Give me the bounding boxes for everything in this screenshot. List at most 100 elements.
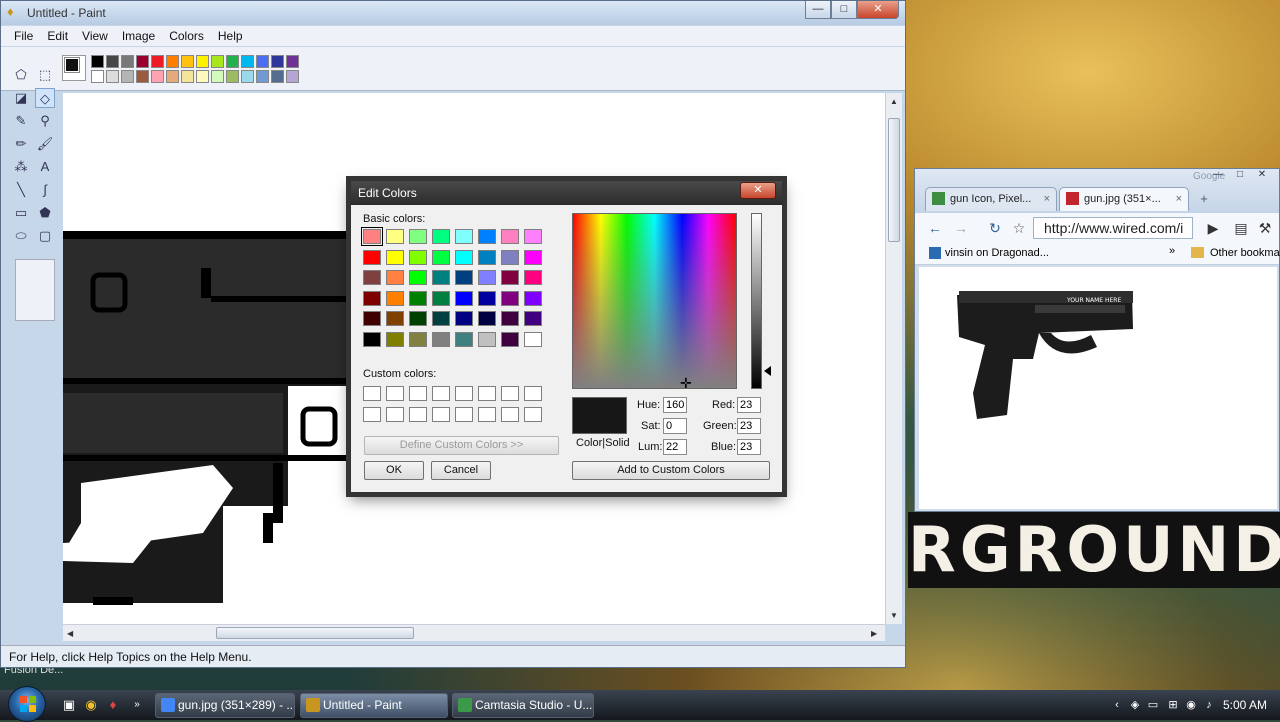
basic-color-swatch[interactable]: [524, 249, 542, 265]
horizontal-scroll-thumb[interactable]: [216, 627, 414, 639]
basic-color-swatch[interactable]: [409, 249, 427, 265]
basic-color-swatch[interactable]: [432, 270, 450, 286]
new-tab-button[interactable]: +: [1193, 191, 1215, 207]
tab-gun-icon[interactable]: gun Icon, Pixel... ×: [925, 187, 1057, 211]
basic-color-swatch[interactable]: [386, 290, 404, 306]
palette-swatch[interactable]: [256, 55, 269, 68]
other-bookmarks[interactable]: Other bookma: [1210, 247, 1280, 259]
palette-swatch[interactable]: [286, 55, 299, 68]
palette-swatch[interactable]: [136, 55, 149, 68]
custom-color-swatch[interactable]: [409, 386, 427, 401]
basic-color-swatch[interactable]: [455, 270, 473, 286]
basic-color-swatch[interactable]: [524, 290, 542, 306]
rectangle-icon[interactable]: ▭: [11, 203, 31, 223]
vertical-scrollbar[interactable]: ▲ ▼: [885, 93, 902, 624]
menu-colors[interactable]: Colors: [169, 26, 204, 46]
back-arrow-icon[interactable]: ←: [925, 218, 945, 238]
palette-swatch[interactable]: [211, 70, 224, 83]
basic-color-swatch[interactable]: [501, 270, 519, 286]
scroll-left-icon[interactable]: ◀: [67, 629, 73, 638]
scroll-down-icon[interactable]: ▼: [890, 611, 898, 620]
tray-app-icon[interactable]: ◈: [1128, 698, 1142, 712]
hue-field[interactable]: 160: [663, 397, 687, 413]
basic-color-swatch[interactable]: [478, 290, 496, 306]
basic-color-swatch[interactable]: [363, 290, 381, 306]
basic-color-swatch[interactable]: [455, 331, 473, 347]
custom-color-swatch[interactable]: [386, 407, 404, 422]
quicklaunch-chevron-icon[interactable]: »: [128, 696, 146, 714]
chrome-quicklaunch-icon[interactable]: ◉: [82, 696, 100, 714]
basic-color-swatch[interactable]: [524, 270, 542, 286]
palette-swatch[interactable]: [196, 55, 209, 68]
color-spectrum[interactable]: ✛: [572, 213, 737, 390]
palette-swatch[interactable]: [226, 55, 239, 68]
define-custom-colors-button[interactable]: Define Custom Colors >>: [364, 436, 559, 455]
task-chrome[interactable]: gun.jpg (351×289) - ...: [155, 693, 295, 718]
scroll-right-icon[interactable]: ▶: [871, 629, 877, 638]
add-to-custom-colors-button[interactable]: Add to Custom Colors: [572, 461, 770, 480]
basic-color-swatch[interactable]: [386, 270, 404, 286]
luminosity-arrow-icon[interactable]: [764, 366, 771, 376]
line-icon[interactable]: ╲: [11, 180, 31, 200]
palette-swatch[interactable]: [91, 55, 104, 68]
palette-swatch[interactable]: [106, 55, 119, 68]
magnifier-icon[interactable]: ⚲: [35, 111, 55, 131]
show-desktop-icon[interactable]: ▣: [60, 696, 78, 714]
palette-swatch[interactable]: [286, 70, 299, 83]
basic-color-swatch[interactable]: [478, 311, 496, 327]
basic-color-swatch[interactable]: [409, 290, 427, 306]
tab-close-icon[interactable]: ×: [1044, 188, 1050, 210]
palette-swatch[interactable]: [181, 55, 194, 68]
fill-icon[interactable]: ◇: [35, 88, 55, 108]
blue-field[interactable]: 23: [737, 439, 761, 455]
basic-color-swatch[interactable]: [501, 290, 519, 306]
basic-color-swatch[interactable]: [455, 311, 473, 327]
maximize-button[interactable]: □: [831, 1, 857, 19]
basic-color-swatch[interactable]: [361, 227, 383, 246]
dialog-titlebar[interactable]: Edit Colors ✕: [351, 181, 782, 205]
basic-color-swatch[interactable]: [386, 331, 404, 347]
wrench-icon[interactable]: ⚒: [1255, 218, 1275, 238]
palette-swatch[interactable]: [121, 70, 134, 83]
polygon-icon[interactable]: ⬟: [35, 203, 55, 223]
custom-color-swatch[interactable]: [363, 386, 381, 401]
custom-color-swatch[interactable]: [363, 407, 381, 422]
palette-swatch[interactable]: [196, 70, 209, 83]
menu-edit[interactable]: Edit: [47, 26, 68, 46]
free-select-icon[interactable]: ⬠: [11, 65, 31, 85]
palette-swatch[interactable]: [151, 55, 164, 68]
basic-color-swatch[interactable]: [409, 311, 427, 327]
vertical-scroll-thumb[interactable]: [888, 118, 900, 242]
basic-color-swatch[interactable]: [363, 331, 381, 347]
eraser-icon[interactable]: ◪: [11, 88, 31, 108]
palette-swatch[interactable]: [166, 70, 179, 83]
custom-color-swatch[interactable]: [432, 386, 450, 401]
rect-select-icon[interactable]: ⬚: [35, 65, 55, 85]
ok-button[interactable]: OK: [364, 461, 424, 480]
pencil-icon[interactable]: ✏: [11, 134, 31, 154]
tab-gun-jpg[interactable]: gun.jpg (351×... ×: [1059, 187, 1189, 211]
brush-icon[interactable]: 🖌: [35, 134, 55, 154]
airbrush-icon[interactable]: ⁂: [11, 157, 31, 177]
task-paint[interactable]: Untitled - Paint: [300, 693, 448, 718]
basic-color-swatch[interactable]: [363, 270, 381, 286]
basic-color-swatch[interactable]: [409, 331, 427, 347]
custom-color-swatch[interactable]: [386, 386, 404, 401]
basic-color-swatch[interactable]: [478, 270, 496, 286]
basic-color-swatch[interactable]: [432, 311, 450, 327]
page-menu-icon[interactable]: ▤: [1231, 218, 1251, 238]
clock[interactable]: 5:00 AM: [1223, 698, 1267, 712]
minimize-button[interactable]: —: [805, 1, 831, 19]
picker-icon[interactable]: ✎: [11, 111, 31, 131]
basic-color-swatch[interactable]: [455, 249, 473, 265]
basic-color-swatch[interactable]: [386, 229, 404, 244]
palette-swatch[interactable]: [271, 70, 284, 83]
palette-swatch[interactable]: [106, 70, 119, 83]
tray-monitor-icon[interactable]: ▭: [1146, 698, 1160, 712]
bookmark-item[interactable]: vinsin on Dragonad...: [945, 247, 1049, 259]
scroll-up-icon[interactable]: ▲: [890, 97, 898, 106]
basic-color-swatch[interactable]: [432, 229, 450, 244]
basic-color-swatch[interactable]: [478, 229, 496, 244]
basic-color-swatch[interactable]: [501, 249, 519, 265]
custom-color-swatch[interactable]: [524, 386, 542, 401]
